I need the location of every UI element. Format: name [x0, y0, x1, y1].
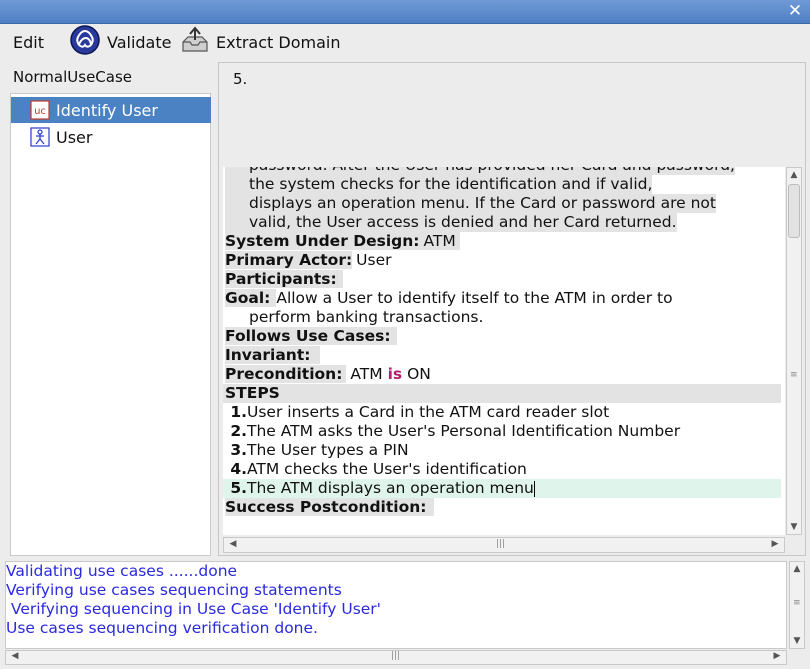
step-row[interactable]: 2.The ATM asks the User's Personal Ident… — [225, 422, 680, 441]
step-text: The User types a PIN — [247, 441, 409, 459]
scroll-thumb[interactable] — [788, 184, 800, 238]
success-postcondition-row: Success Postcondition: — [225, 498, 435, 517]
step-number: 5. — [233, 70, 248, 88]
scroll-left-arrow-icon[interactable]: ◀ — [226, 539, 240, 549]
description-line: password. After the User has provided he… — [225, 167, 735, 175]
title-bar: ✕ — [0, 0, 810, 24]
precondition-keyword: is — [387, 365, 403, 383]
system-under-design-label: System Under Design: — [225, 232, 420, 250]
scroll-right-arrow-icon[interactable]: ▶ — [770, 651, 784, 661]
extract-domain-button[interactable]: Extract Domain — [180, 24, 340, 60]
svg-text:uc: uc — [34, 106, 46, 117]
step-num: 4. — [230, 460, 247, 478]
validate-button[interactable]: Validate — [69, 24, 171, 60]
follows-use-cases-row: Follows Use Cases: — [225, 327, 397, 346]
precondition-value: ON — [407, 365, 431, 383]
precondition-row: Precondition: ATM is ON — [225, 365, 431, 384]
editor-panel: 5. password. After the User has provided… — [218, 62, 806, 556]
step-row[interactable]: 3.The User types a PIN — [225, 441, 409, 460]
step-text: ATM checks the User's identification — [247, 460, 527, 478]
step-text: User inserts a Card in the ATM card read… — [247, 403, 610, 421]
menu-edit[interactable]: Edit — [13, 24, 44, 60]
step-num: 5. — [230, 479, 247, 497]
tree-item-user[interactable]: User — [11, 124, 211, 150]
description-line: displays an operation menu. If the Card … — [225, 194, 716, 213]
primary-actor-value: User — [356, 251, 392, 269]
scroll-grip-icon: ||| — [496, 539, 506, 549]
tree-item-identify-user[interactable]: uc Identify User — [11, 97, 211, 123]
system-under-design-row: System Under Design: ATM — [225, 232, 460, 251]
scroll-up-arrow-icon[interactable]: ▲ — [790, 564, 804, 574]
participants-row: Participants: — [225, 270, 343, 289]
steps-label: STEPS — [225, 384, 280, 402]
follows-use-cases-label: Follows Use Cases: — [225, 327, 397, 345]
extract-icon — [180, 25, 210, 59]
scroll-down-arrow-icon[interactable]: ▼ — [790, 636, 804, 646]
console-vertical-scrollbar[interactable]: ▲ ≡ ▼ — [789, 561, 805, 649]
goal-label: Goal: — [225, 289, 277, 307]
step-row-active[interactable]: 5.The ATM displays an operation menu — [225, 479, 535, 498]
scroll-right-arrow-icon[interactable]: ▶ — [768, 539, 782, 549]
validate-icon — [69, 24, 101, 60]
step-row[interactable]: 1.User inserts a Card in the ATM card re… — [225, 403, 609, 422]
goal-text: Allow a User to identify itself to the A… — [276, 289, 673, 307]
primary-actor-label: Primary Actor: — [225, 251, 353, 269]
scroll-grip-icon: ||| — [391, 651, 401, 661]
actor-icon — [30, 127, 50, 147]
description-line: valid, the User access is denied and her… — [225, 213, 677, 232]
primary-actor-row: Primary Actor: User — [225, 251, 392, 270]
goal-text-continued: perform banking transactions. — [249, 308, 484, 326]
success-postcondition-label: Success Postcondition: — [225, 498, 435, 516]
console-line: Verifying use cases sequencing statement… — [6, 581, 342, 599]
console-line: Verifying sequencing in Use Case 'Identi… — [6, 600, 381, 618]
close-icon[interactable]: ✕ — [786, 2, 804, 20]
console-horizontal-scrollbar[interactable]: ◀ ||| ▶ — [5, 650, 787, 665]
use-case-editor[interactable]: password. After the User has provided he… — [223, 167, 785, 535]
scroll-left-arrow-icon[interactable]: ◀ — [8, 651, 22, 661]
console-line: Validating use cases ......done — [6, 562, 238, 580]
editor-horizontal-scrollbar[interactable]: ◀ ||| ▶ — [223, 537, 785, 553]
validate-label: Validate — [107, 32, 172, 52]
tree-item-label: User — [56, 127, 93, 147]
step-num: 3. — [230, 441, 247, 459]
invariant-row: Invariant: — [225, 346, 321, 365]
extract-domain-label: Extract Domain — [216, 32, 341, 52]
scroll-grip-icon: ≡ — [790, 370, 798, 380]
participants-label: Participants: — [225, 270, 343, 288]
description-line: the system checks for the identification… — [225, 175, 653, 194]
step-text: The ATM asks the User's Personal Identif… — [247, 422, 681, 440]
precondition-label: Precondition: — [225, 365, 347, 383]
tree-item-label: Identify User — [56, 100, 158, 120]
menu-bar: Edit Validate Extract Domain — [0, 24, 810, 60]
precondition-subject: ATM — [350, 365, 383, 383]
menu-edit-label: Edit — [13, 32, 44, 52]
scroll-grip-icon: ≡ — [793, 598, 801, 608]
step-num: 2. — [230, 422, 247, 440]
outline-panel: NormalUseCase uc Identify User User — [5, 62, 214, 556]
goal-row: Goal: Allow a User to identify itself to … — [225, 289, 673, 308]
system-under-design-value: ATM — [419, 232, 460, 250]
invariant-label: Invariant: — [225, 346, 321, 364]
step-text: The ATM displays an operation menu — [247, 479, 534, 497]
use-case-icon: uc — [30, 100, 50, 120]
steps-header-bar — [223, 384, 781, 403]
step-num: 1. — [230, 403, 247, 421]
tree-root-label: NormalUseCase — [13, 68, 133, 86]
editor-vertical-scrollbar[interactable]: ▲ ≡ ▼ — [786, 167, 802, 535]
console-output[interactable]: Validating use cases ......done Verifyin… — [5, 561, 787, 649]
scroll-down-arrow-icon[interactable]: ▼ — [787, 522, 801, 532]
step-header: 5. — [219, 63, 805, 167]
scroll-up-arrow-icon[interactable]: ▲ — [787, 170, 801, 180]
step-row[interactable]: 4.ATM checks the User's identification — [225, 460, 527, 479]
console-line: Use cases sequencing verification done. — [6, 619, 318, 637]
text-caret — [533, 480, 535, 497]
use-case-tree: uc Identify User User — [10, 93, 211, 556]
